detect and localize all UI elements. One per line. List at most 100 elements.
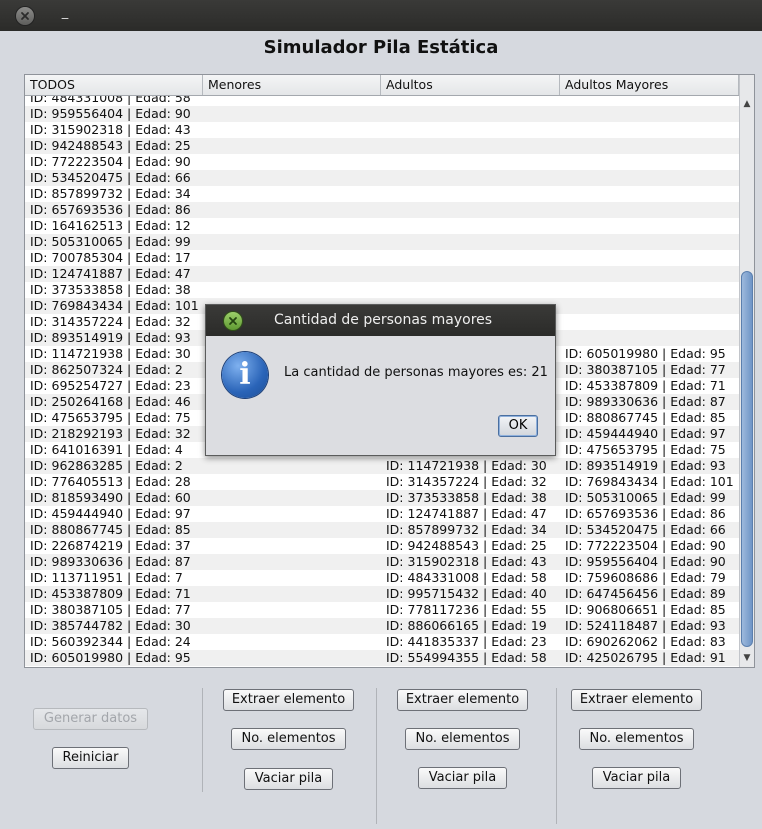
cell-todos[interactable]: ID: 862507324 | Edad: 2	[25, 362, 203, 378]
table-row[interactable]: ID: 484331008 | Edad: 58	[25, 96, 739, 106]
column-header-menores[interactable]: Menores	[203, 75, 381, 95]
table-row[interactable]: ID: 226874219 | Edad: 37 ID: 942488543 | …	[25, 538, 739, 554]
table-row[interactable]: ID: 373533858 | Edad: 38	[25, 282, 739, 298]
cell-todos[interactable]: ID: 772223504 | Edad: 90	[25, 154, 203, 170]
table-row[interactable]: ID: 942488543 | Edad: 25	[25, 138, 739, 154]
menores-extraer-button[interactable]: Extraer elemento	[223, 689, 354, 711]
table-row[interactable]: ID: 700785304 | Edad: 17	[25, 250, 739, 266]
cell-adultos-mayores[interactable]: ID: 453387809 | Edad: 71	[560, 378, 739, 394]
cell-adultos-mayores[interactable]: ID: 959556404 | Edad: 90	[560, 554, 739, 570]
cell-todos[interactable]: ID: 113711951 | Edad: 7	[25, 570, 203, 586]
adultos-elementos-button[interactable]: No. elementos	[405, 728, 520, 750]
cell-todos[interactable]: ID: 484331008 | Edad: 58	[25, 96, 203, 106]
cell-adultos[interactable]: ID: 857899732 | Edad: 34	[381, 522, 560, 538]
cell-todos[interactable]: ID: 164162513 | Edad: 12	[25, 218, 203, 234]
table-row[interactable]: ID: 989330636 | Edad: 87 ID: 315902318 | …	[25, 554, 739, 570]
cell-adultos[interactable]: ID: 373533858 | Edad: 38	[381, 490, 560, 506]
table-row[interactable]: ID: 880867745 | Edad: 85 ID: 857899732 | …	[25, 522, 739, 538]
scroll-up-arrow-icon[interactable]: ▲	[740, 97, 754, 111]
table-row[interactable]: ID: 453387809 | Edad: 71 ID: 995715432 | …	[25, 586, 739, 602]
cell-todos[interactable]: ID: 857899732 | Edad: 34	[25, 186, 203, 202]
cell-todos[interactable]: ID: 475653795 | Edad: 75	[25, 410, 203, 426]
cell-adultos-mayores[interactable]: ID: 759608686 | Edad: 79	[560, 570, 739, 586]
cell-adultos[interactable]: ID: 942488543 | Edad: 25	[381, 538, 560, 554]
cell-todos[interactable]: ID: 942488543 | Edad: 25	[25, 138, 203, 154]
generar-datos-button[interactable]: Generar datos	[33, 708, 148, 730]
mayores-vaciar-button[interactable]: Vaciar pila	[592, 767, 681, 789]
adultos-vaciar-button[interactable]: Vaciar pila	[418, 767, 507, 789]
scrollbar-thumb[interactable]	[741, 271, 753, 647]
cell-todos[interactable]: ID: 124741887 | Edad: 47	[25, 266, 203, 282]
cell-adultos-mayores[interactable]: ID: 505310065 | Edad: 99	[560, 490, 739, 506]
cell-todos[interactable]: ID: 373533858 | Edad: 38	[25, 282, 203, 298]
table-row[interactable]: ID: 772223504 | Edad: 90	[25, 154, 739, 170]
cell-adultos-mayores[interactable]: ID: 893514919 | Edad: 93	[560, 458, 739, 474]
mayores-extraer-button[interactable]: Extraer elemento	[571, 689, 702, 711]
column-header-todos[interactable]: TODOS	[25, 75, 203, 95]
table-row[interactable]: ID: 959556404 | Edad: 90	[25, 106, 739, 122]
window-close-button[interactable]	[16, 7, 34, 25]
column-header-adultos[interactable]: Adultos	[381, 75, 560, 95]
table-row[interactable]: ID: 124741887 | Edad: 47	[25, 266, 739, 282]
cell-todos[interactable]: ID: 114721938 | Edad: 30	[25, 346, 203, 362]
reiniciar-button[interactable]: Reiniciar	[52, 747, 129, 769]
cell-adultos[interactable]: ID: 315902318 | Edad: 43	[381, 554, 560, 570]
mayores-elementos-button[interactable]: No. elementos	[579, 728, 694, 750]
cell-adultos-mayores[interactable]: ID: 475653795 | Edad: 75	[560, 442, 739, 458]
cell-todos[interactable]: ID: 657693536 | Edad: 86	[25, 202, 203, 218]
cell-adultos[interactable]: ID: 995715432 | Edad: 40	[381, 586, 560, 602]
table-row[interactable]: ID: 776405513 | Edad: 28 ID: 314357224 | …	[25, 474, 739, 490]
table-row[interactable]: ID: 164162513 | Edad: 12	[25, 218, 739, 234]
cell-adultos[interactable]: ID: 886066165 | Edad: 19	[381, 618, 560, 634]
cell-todos[interactable]: ID: 218292193 | Edad: 32	[25, 426, 203, 442]
cell-adultos-mayores[interactable]: ID: 880867745 | Edad: 85	[560, 410, 739, 426]
cell-todos[interactable]: ID: 505310065 | Edad: 99	[25, 234, 203, 250]
cell-todos[interactable]: ID: 818593490 | Edad: 60	[25, 490, 203, 506]
cell-adultos[interactable]: ID: 314357224 | Edad: 32	[381, 474, 560, 490]
cell-todos[interactable]: ID: 880867745 | Edad: 85	[25, 522, 203, 538]
cell-todos[interactable]: ID: 385744782 | Edad: 30	[25, 618, 203, 634]
cell-adultos[interactable]: ID: 778117236 | Edad: 55	[381, 602, 560, 618]
cell-adultos[interactable]: ID: 124741887 | Edad: 47	[381, 506, 560, 522]
cell-todos[interactable]: ID: 776405513 | Edad: 28	[25, 474, 203, 490]
table-row[interactable]: ID: 857899732 | Edad: 34	[25, 186, 739, 202]
table-row[interactable]: ID: 962863285 | Edad: 2 ID: 114721938 | E…	[25, 458, 739, 474]
cell-todos[interactable]: ID: 893514919 | Edad: 93	[25, 330, 203, 346]
ok-button[interactable]: OK	[498, 415, 538, 437]
cell-adultos-mayores[interactable]: ID: 769843434 | Edad: 101	[560, 474, 739, 490]
cell-todos[interactable]: ID: 315902318 | Edad: 43	[25, 122, 203, 138]
cell-todos[interactable]: ID: 314357224 | Edad: 32	[25, 314, 203, 330]
cell-adultos-mayores[interactable]: ID: 380387105 | Edad: 77	[560, 362, 739, 378]
table-row[interactable]: ID: 605019980 | Edad: 95 ID: 554994355 | …	[25, 650, 739, 666]
table-row[interactable]: ID: 113711951 | Edad: 7 ID: 484331008 | E…	[25, 570, 739, 586]
cell-todos[interactable]: ID: 226874219 | Edad: 37	[25, 538, 203, 554]
window-minimize-button[interactable]: _	[58, 6, 72, 20]
table-row[interactable]: ID: 459444940 | Edad: 97 ID: 124741887 | …	[25, 506, 739, 522]
cell-todos[interactable]: ID: 962863285 | Edad: 2	[25, 458, 203, 474]
cell-adultos-mayores[interactable]: ID: 647456456 | Edad: 89	[560, 586, 739, 602]
menores-vaciar-button[interactable]: Vaciar pila	[244, 768, 333, 790]
table-row[interactable]: ID: 560392344 | Edad: 24 ID: 441835337 | …	[25, 634, 739, 650]
cell-adultos-mayores[interactable]: ID: 425026795 | Edad: 91	[560, 650, 739, 666]
cell-adultos-mayores[interactable]: ID: 690262062 | Edad: 83	[560, 634, 739, 650]
cell-adultos-mayores[interactable]: ID: 459444940 | Edad: 97	[560, 426, 739, 442]
cell-todos[interactable]: ID: 453387809 | Edad: 71	[25, 586, 203, 602]
cell-todos[interactable]: ID: 641016391 | Edad: 4	[25, 442, 203, 458]
cell-todos[interactable]: ID: 605019980 | Edad: 95	[25, 650, 203, 666]
cell-todos[interactable]: ID: 459444940 | Edad: 97	[25, 506, 203, 522]
cell-adultos-mayores[interactable]: ID: 657693536 | Edad: 86	[560, 506, 739, 522]
cell-todos[interactable]: ID: 769843434 | Edad: 101	[25, 298, 203, 314]
scroll-down-arrow-icon[interactable]: ▼	[740, 651, 754, 665]
cell-todos[interactable]: ID: 380387105 | Edad: 77	[25, 602, 203, 618]
table-row[interactable]: ID: 385744782 | Edad: 30 ID: 886066165 | …	[25, 618, 739, 634]
cell-adultos-mayores[interactable]: ID: 989330636 | Edad: 87	[560, 394, 739, 410]
cell-todos[interactable]: ID: 560392344 | Edad: 24	[25, 634, 203, 650]
table-row[interactable]: ID: 657693536 | Edad: 86	[25, 202, 739, 218]
table-row[interactable]: ID: 315902318 | Edad: 43	[25, 122, 739, 138]
cell-adultos[interactable]: ID: 114721938 | Edad: 30	[381, 458, 560, 474]
table-row[interactable]: ID: 380387105 | Edad: 77 ID: 778117236 | …	[25, 602, 739, 618]
cell-todos[interactable]: ID: 534520475 | Edad: 66	[25, 170, 203, 186]
table-row[interactable]: ID: 818593490 | Edad: 60 ID: 373533858 | …	[25, 490, 739, 506]
cell-adultos-mayores[interactable]: ID: 524118487 | Edad: 93	[560, 618, 739, 634]
vertical-scrollbar[interactable]: ▲ ▼	[739, 75, 754, 667]
